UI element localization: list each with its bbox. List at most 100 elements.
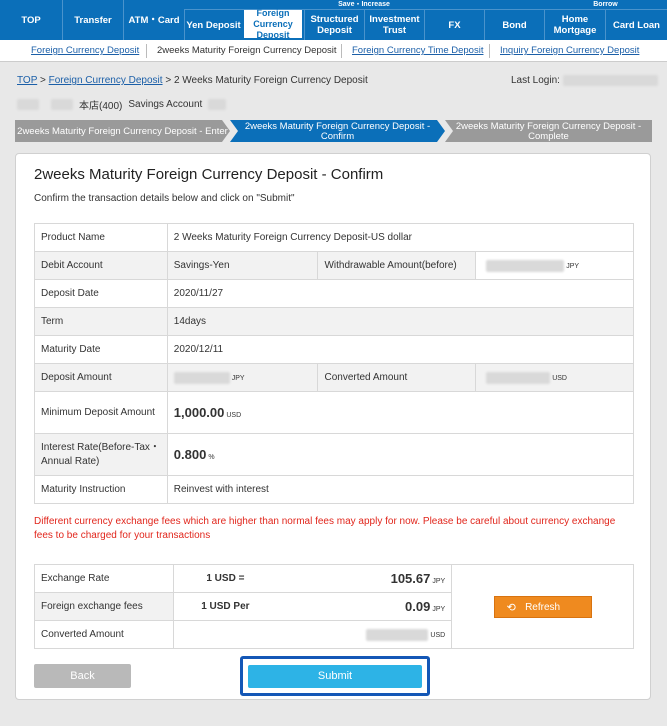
- branch-name: 本店(400): [79, 101, 123, 112]
- refresh-button[interactable]: ⟲ Refresh: [493, 595, 592, 618]
- term-value: 14days: [166, 307, 635, 336]
- submit-highlight: Submit: [240, 656, 430, 696]
- converted-amount-cell: USD: [475, 363, 634, 392]
- deposit-amount-label: Deposit Amount: [34, 363, 168, 392]
- minimum-deposit-cell: 1,000.00 USD: [166, 391, 635, 434]
- maturity-date-label: Maturity Date: [34, 335, 168, 364]
- table-row: Interest Rate(Before-Tax・Annual Rate) 0.…: [34, 433, 635, 476]
- minimum-deposit-label: Minimum Deposit Amount: [34, 391, 168, 434]
- fx-fee-basis: 1 USD Per: [172, 592, 278, 621]
- exchange-rate-value: 105.67: [390, 571, 431, 586]
- refresh-label: Refresh: [525, 601, 561, 613]
- table-row: Term 14days: [34, 307, 635, 336]
- interest-rate-label: Interest Rate(Before-Tax・Annual Rate): [34, 433, 168, 476]
- submit-button[interactable]: Submit: [248, 665, 422, 688]
- exchange-rate-basis: 1 USD =: [172, 564, 278, 593]
- refresh-icon: ⟲: [506, 601, 516, 614]
- nav-item-transfer[interactable]: Transfer: [62, 0, 123, 40]
- exchange-rate-table: Exchange Rate 1 USD = 105.67 JPY ⟲ Refres…: [34, 564, 634, 649]
- deposit-date-value: 2020/11/27: [166, 279, 635, 308]
- converted-amount-redacted: [486, 371, 551, 384]
- interest-rate-cell: 0.800%: [166, 433, 635, 476]
- subnav-foreign-currency-time-deposit[interactable]: Foreign Currency Time Deposit: [352, 45, 483, 56]
- debit-account-label: Debit Account: [34, 251, 168, 280]
- global-nav: Save・Increase Borrow TOP Transfer ATM・Ca…: [0, 0, 667, 40]
- nav-item-atm-card[interactable]: ATM・Card: [123, 0, 184, 40]
- converted-amount-unit: USD: [552, 375, 567, 383]
- account-info: 本店(400) Savings Account: [17, 97, 227, 112]
- nav-item-home-mortgage[interactable]: Home Mortgage: [544, 10, 605, 40]
- nav-item-bond[interactable]: Bond: [484, 10, 544, 40]
- subnav-inquiry-foreign-currency-deposit[interactable]: Inquiry Foreign Currency Deposit: [500, 45, 639, 56]
- nav-item-investment-trust[interactable]: Investment Trust: [364, 10, 424, 40]
- maturity-date-value: 2020/12/11: [166, 335, 635, 364]
- fx-converted-amount-cell: USD: [172, 620, 453, 649]
- interest-rate-unit: %: [208, 454, 215, 461]
- sub-nav: Foreign Currency Deposit 2weeks Maturity…: [0, 40, 667, 62]
- page-subtitle: Confirm the transaction details below an…: [34, 193, 295, 204]
- withdrawable-amount-label: Withdrawable Amount(before): [317, 251, 477, 280]
- debit-account-value: Savings-Yen: [166, 251, 319, 280]
- deposit-amount-unit: JPY: [231, 375, 245, 383]
- term-label: Term: [34, 307, 168, 336]
- breadcrumb: TOP > Foreign Currency Deposit > 2 Weeks…: [17, 75, 368, 86]
- nav-item-top[interactable]: TOP: [0, 0, 62, 40]
- exchange-rate-label: Exchange Rate: [34, 564, 174, 593]
- exchange-rate-unit: JPY: [432, 578, 446, 585]
- nav-item-yen-deposit[interactable]: Yen Deposit: [184, 10, 242, 40]
- table-row: Product Name 2 Weeks Maturity Foreign Cu…: [34, 223, 635, 252]
- minimum-deposit-unit: USD: [226, 412, 242, 419]
- fx-fee-unit: JPY: [432, 606, 446, 613]
- step-confirm: 2weeks Maturity Foreign Currency Deposit…: [230, 120, 445, 142]
- account-number-redacted: [208, 99, 227, 110]
- breadcrumb-top-link[interactable]: TOP: [17, 75, 37, 86]
- account-name-redacted: [17, 99, 39, 110]
- fx-fee-value: 0.09: [405, 599, 431, 614]
- withdrawable-amount-unit: JPY: [566, 263, 580, 271]
- breadcrumb-current: > 2 Weeks Maturity Foreign Currency Depo…: [165, 75, 368, 86]
- page-title: 2weeks Maturity Foreign Currency Deposit…: [34, 166, 384, 183]
- table-row: Maturity Instruction Reinvest with inter…: [34, 475, 635, 504]
- last-login: Last Login:: [511, 75, 658, 86]
- table-row: Minimum Deposit Amount 1,000.00 USD: [34, 391, 635, 434]
- subnav-divider: [146, 44, 147, 58]
- step-enter: 2weeks Maturity Foreign Currency Deposit…: [15, 120, 230, 142]
- account-code-redacted: [51, 99, 73, 110]
- breadcrumb-foreign-currency-deposit-link[interactable]: Foreign Currency Deposit: [49, 75, 163, 86]
- refresh-cell: ⟲ Refresh: [451, 564, 634, 649]
- nav-item-foreign-currency-deposit[interactable]: Foreign Currency Deposit: [242, 8, 304, 40]
- subnav-2weeks-maturity[interactable]: 2weeks Maturity Foreign Currency Deposit: [157, 45, 337, 56]
- converted-amount-label: Converted Amount: [317, 363, 477, 392]
- product-name-value: 2 Weeks Maturity Foreign Currency Deposi…: [166, 223, 635, 252]
- deposit-date-label: Deposit Date: [34, 279, 168, 308]
- back-button[interactable]: Back: [34, 664, 131, 688]
- step-complete: 2weeks Maturity Foreign Currency Deposit…: [445, 120, 652, 142]
- maturity-instruction-value: Reinvest with interest: [166, 475, 635, 504]
- last-login-value-redacted: [562, 75, 658, 86]
- fx-fee-cell: 0.09 JPY: [277, 592, 453, 621]
- confirm-panel: 2weeks Maturity Foreign Currency Deposit…: [15, 153, 651, 700]
- deposit-amount-cell: JPY: [166, 363, 319, 392]
- maturity-instruction-label: Maturity Instruction: [34, 475, 168, 504]
- subnav-foreign-currency-deposit[interactable]: Foreign Currency Deposit: [31, 45, 139, 56]
- fx-converted-amount-redacted: [366, 628, 429, 641]
- withdrawable-amount-cell: JPY: [475, 251, 634, 280]
- table-row: Maturity Date 2020/12/11: [34, 335, 635, 364]
- subnav-divider: [341, 44, 342, 58]
- withdrawable-amount-redacted: [486, 259, 565, 272]
- fx-converted-amount-label: Converted Amount: [34, 620, 174, 649]
- table-row: Exchange Rate 1 USD = 105.67 JPY ⟲ Refres…: [34, 564, 634, 649]
- minimum-deposit-value: 1,000.00: [173, 405, 225, 420]
- fx-converted-amount-unit: USD: [430, 632, 446, 640]
- table-row: Deposit Date 2020/11/27: [34, 279, 635, 308]
- fx-fee-label: Foreign exchange fees: [34, 592, 174, 621]
- nav-item-card-loan[interactable]: Card Loan: [605, 10, 667, 40]
- nav-item-fx[interactable]: FX: [424, 10, 484, 40]
- table-row: Deposit Amount JPY Converted Amount USD: [34, 363, 634, 392]
- last-login-label: Last Login:: [511, 75, 560, 87]
- exchange-fee-warning: Different currency exchange fees which a…: [34, 516, 616, 541]
- progress-steps: 2weeks Maturity Foreign Currency Deposit…: [15, 120, 652, 142]
- subnav-divider: [489, 44, 490, 58]
- table-row: Debit Account Savings-Yen Withdrawable A…: [34, 251, 634, 280]
- nav-item-structured-deposit[interactable]: Structured Deposit: [304, 10, 364, 40]
